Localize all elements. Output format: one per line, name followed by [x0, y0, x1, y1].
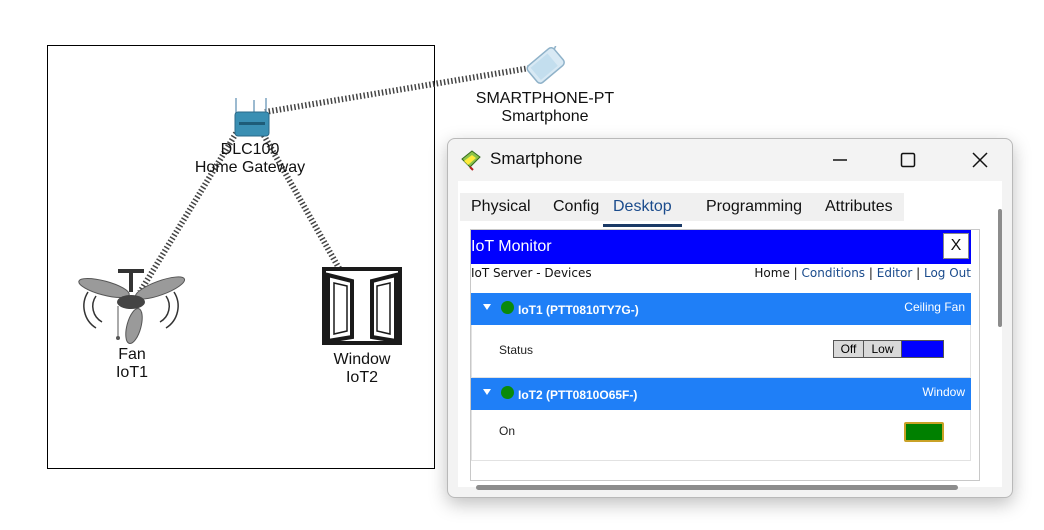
- smartphone-name: Smartphone: [501, 108, 589, 125]
- maximize-icon: [900, 152, 916, 168]
- nav-home[interactable]: Home: [754, 266, 789, 280]
- smartphone-device-label: SMARTPHONE-PT Smartphone: [470, 90, 620, 126]
- smartphone-model: SMARTPHONE-PT: [475, 90, 615, 107]
- tab-bar: Physical Config Desktop Programming Attr…: [460, 193, 904, 227]
- online-status-icon: [501, 301, 514, 314]
- fan-name: IoT1: [115, 364, 148, 381]
- device-card-header[interactable]: IoT1 (PTT0810TY7G-) Ceiling Fan: [471, 293, 971, 325]
- fan-model: Fan: [118, 346, 146, 363]
- tab-programming[interactable]: Programming: [706, 198, 802, 224]
- fan-low-button[interactable]: Low: [864, 340, 902, 358]
- iot-subtitle: IoT Server - Devices: [471, 266, 592, 280]
- online-status-icon: [501, 386, 514, 399]
- window-titlebar[interactable]: Smartphone: [448, 139, 1012, 181]
- expand-caret-icon[interactable]: [483, 304, 491, 310]
- packet-tracer-app-icon: [461, 150, 481, 171]
- status-label: On: [499, 424, 516, 438]
- window-model: Window: [333, 351, 391, 368]
- smartphone-icon[interactable]: [518, 46, 576, 88]
- gateway-model: DLC100: [220, 141, 280, 158]
- expand-caret-icon[interactable]: [483, 389, 491, 395]
- close-window-button[interactable]: [956, 145, 1004, 175]
- nav-separator: |: [868, 266, 873, 280]
- nav-separator: |: [916, 266, 921, 280]
- horizontal-scrollbar[interactable]: [476, 485, 958, 490]
- iot-subheader: IoT Server - Devices Home | Conditions |…: [471, 266, 971, 282]
- status-label: Status: [499, 343, 534, 357]
- minimize-icon: [833, 159, 847, 161]
- window-body: Physical Config Desktop Programming Attr…: [458, 181, 1002, 487]
- tab-desktop[interactable]: Desktop: [603, 198, 682, 227]
- minimize-button[interactable]: [816, 145, 864, 175]
- window-title: Smartphone: [490, 149, 583, 168]
- nav-separator: |: [793, 266, 798, 280]
- device-type: Ceiling Fan: [904, 300, 965, 314]
- window-device-label: Window IoT2: [322, 351, 402, 387]
- nav-editor[interactable]: Editor: [877, 266, 913, 280]
- iot-monitor-title: IoT Monitor: [471, 238, 552, 255]
- device-card-body: Status Off Low: [471, 325, 971, 378]
- fan-off-button[interactable]: Off: [833, 340, 864, 358]
- gateway-label: DLC100 Home Gateway: [190, 141, 310, 177]
- tab-config[interactable]: Config: [553, 198, 599, 224]
- nav-conditions[interactable]: Conditions: [802, 266, 866, 280]
- gateway-name: Home Gateway: [194, 159, 306, 176]
- ceiling-fan-icon[interactable]: [74, 266, 190, 348]
- device-name: IoT1 (PTT0810TY7G-): [518, 303, 639, 317]
- device-name: IoT2 (PTT0810O65F-): [518, 388, 638, 402]
- iot-nav: Home | Conditions | Editor | Log Out: [754, 266, 971, 280]
- iot-monitor-close-button[interactable]: X: [943, 233, 969, 259]
- device-type: Window: [922, 385, 965, 399]
- iot-monitor-header: IoT Monitor X: [471, 230, 971, 264]
- smartphone-window: Smartphone Physical Config Desktop Progr…: [447, 138, 1013, 498]
- tab-attributes[interactable]: Attributes: [825, 198, 893, 224]
- tab-physical[interactable]: Physical: [471, 198, 531, 224]
- fan-status-indicator: [902, 340, 944, 358]
- nav-logout[interactable]: Log Out: [924, 266, 971, 280]
- window-status-indicator: [904, 422, 944, 442]
- close-icon: [972, 152, 988, 168]
- fan-label: Fan IoT1: [92, 346, 172, 382]
- maximize-button[interactable]: [884, 145, 932, 175]
- device-card-body: On: [471, 410, 971, 461]
- vertical-scrollbar[interactable]: [998, 209, 1002, 327]
- home-gateway-icon[interactable]: [232, 96, 272, 140]
- window-icon[interactable]: [322, 267, 402, 345]
- iot-monitor-panel: IoT Monitor X IoT Server - Devices Home …: [470, 229, 980, 481]
- device-card-header[interactable]: IoT2 (PTT0810O65F-) Window: [471, 378, 971, 410]
- window-name: IoT2: [345, 369, 378, 386]
